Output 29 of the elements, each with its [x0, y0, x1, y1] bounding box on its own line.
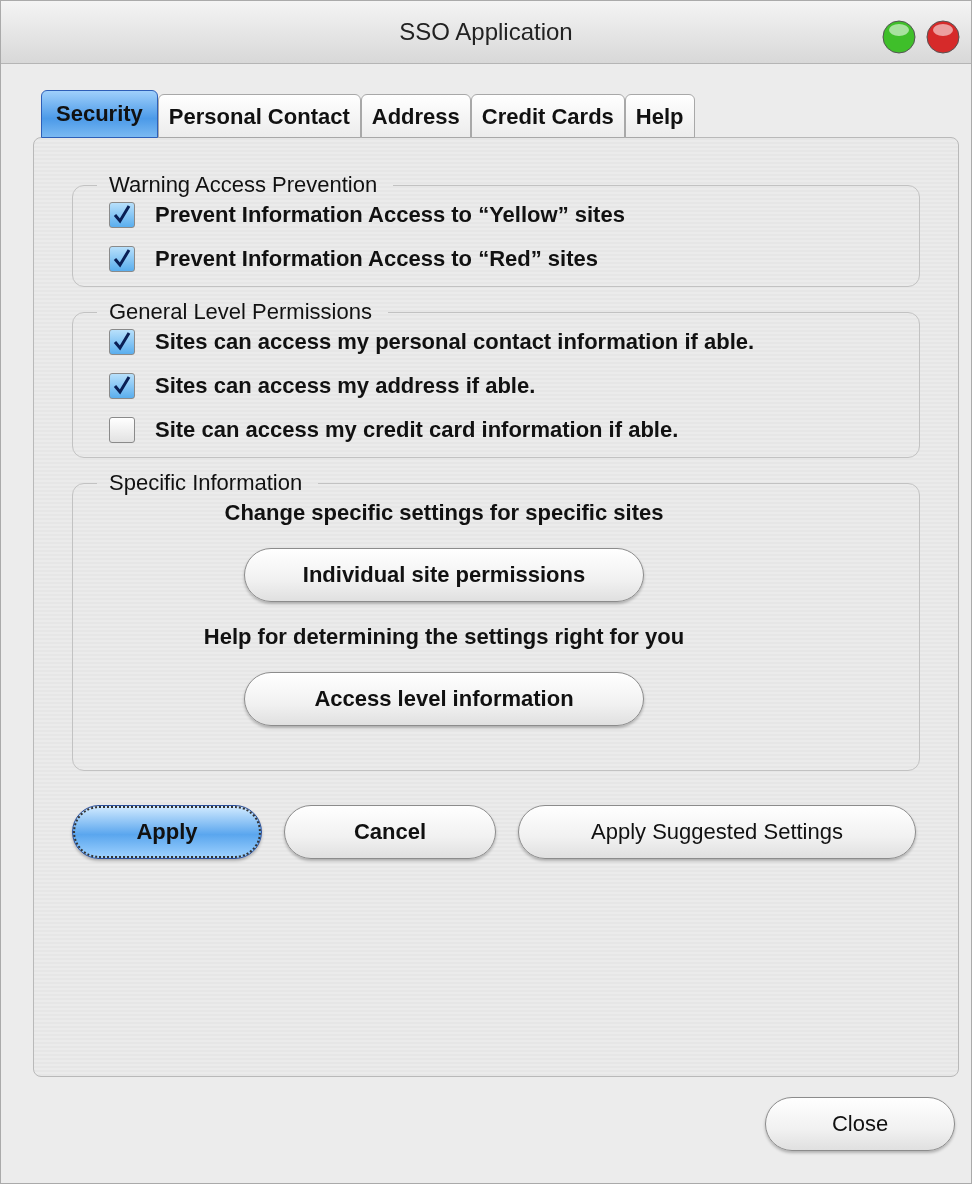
close-window-button[interactable]	[925, 19, 961, 55]
tab[interactable]: Personal Contact	[157, 94, 361, 138]
caption-text: Change specific settings for specific sites	[224, 500, 664, 526]
group-title: Warning Access Prevention	[108, 172, 379, 198]
tab[interactable]: Address	[360, 94, 471, 138]
group-title: General Level Permissions	[108, 299, 373, 325]
close-button[interactable]: Close	[765, 1097, 955, 1151]
tab[interactable]: Credit Cards	[470, 94, 625, 138]
caption-text: Help for determining the settings right for you	[203, 624, 685, 650]
default-button[interactable]: Apply	[72, 805, 262, 859]
maximize-button[interactable]	[881, 19, 917, 55]
action-button[interactable]: Individual site permissions	[244, 548, 644, 602]
window-title: SSO Application	[399, 18, 573, 46]
checkbox-label: Prevent Information Access to “Red” sites	[155, 246, 598, 272]
tab[interactable]: Security	[41, 90, 158, 138]
checkbox-label: Site can access my credit card information if able.	[155, 417, 679, 443]
checkbox[interactable]	[109, 417, 135, 443]
checkbox[interactable]	[109, 202, 135, 228]
tab[interactable]: Help	[624, 94, 695, 138]
action-button[interactable]: Cancel	[284, 805, 496, 859]
checkbox-label: Sites can access my address if able.	[155, 373, 536, 399]
action-button[interactable]: Apply Suggested Settings	[518, 805, 916, 859]
checkbox-label: Sites can access my personal contact information if able.	[155, 329, 755, 355]
checkbox[interactable]	[109, 373, 135, 399]
checkbox[interactable]	[109, 246, 135, 272]
group-title: Specific Information	[108, 470, 304, 496]
checkbox[interactable]	[109, 329, 135, 355]
action-button[interactable]: Access level information	[244, 672, 644, 726]
checkbox-label: Prevent Information Access to “Yellow” sites	[155, 202, 625, 228]
